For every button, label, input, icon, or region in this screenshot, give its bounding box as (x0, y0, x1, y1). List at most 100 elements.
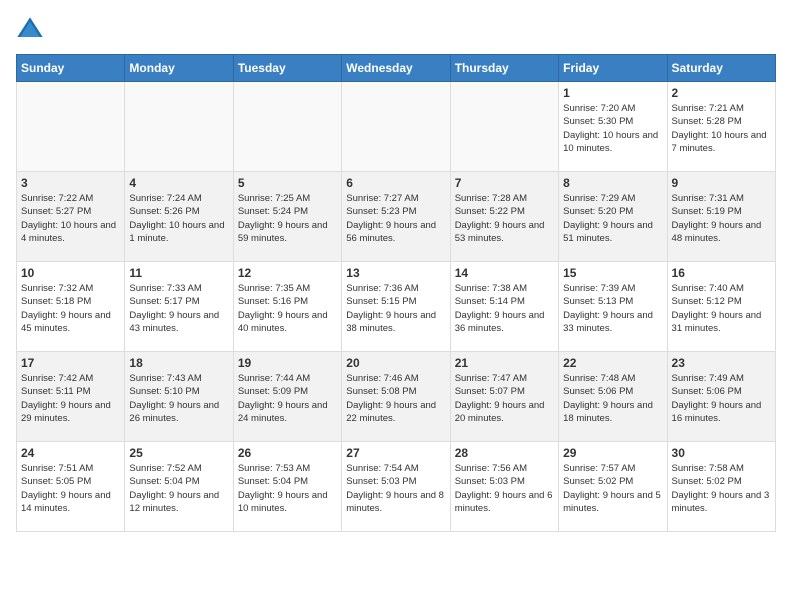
day-info: Sunrise: 7:28 AM Sunset: 5:22 PM Dayligh… (455, 192, 554, 245)
calendar-cell: 21Sunrise: 7:47 AM Sunset: 5:07 PM Dayli… (450, 352, 558, 442)
calendar-cell: 9 Sunrise: 7:31 AM Sunset: 5:19 PM Daylig… (667, 172, 775, 262)
calendar-week-row: 17 Sunrise: 7:42 AM Sunset: 5:11 PM Dayli… (17, 352, 776, 442)
day-info: Sunrise: 7:44 AM Sunset: 5:09 PM Dayligh… (238, 372, 337, 425)
calendar-cell: 20 Sunrise: 7:46 AM Sunset: 5:08 PM Dayli… (342, 352, 450, 442)
weekday-header-row: SundayMondayTuesdayWednesdayThursdayFrid… (17, 55, 776, 82)
day-info: Sunrise: 7:51 AM Sunset: 5:05 PM Dayligh… (21, 462, 120, 515)
calendar-week-row: 1 Sunrise: 7:20 AM Sunset: 5:30 PM Daylig… (17, 82, 776, 172)
calendar-cell: 19 Sunrise: 7:44 AM Sunset: 5:09 PM Dayli… (233, 352, 341, 442)
calendar-cell: 23 Sunrise: 7:49 AM Sunset: 5:06 PM Dayli… (667, 352, 775, 442)
weekday-header-saturday: Saturday (667, 55, 775, 82)
day-info: Sunrise: 7:22 AM Sunset: 5:27 PM Dayligh… (21, 192, 120, 245)
day-info: Sunrise: 7:20 AM Sunset: 5:30 PM Dayligh… (563, 102, 662, 155)
day-number: 12 (238, 266, 337, 280)
calendar-week-row: 3 Sunrise: 7:22 AM Sunset: 5:27 PM Daylig… (17, 172, 776, 262)
day-info: Sunrise: 7:25 AM Sunset: 5:24 PM Dayligh… (238, 192, 337, 245)
calendar-cell: 3 Sunrise: 7:22 AM Sunset: 5:27 PM Daylig… (17, 172, 125, 262)
day-info: Sunrise: 7:27 AM Sunset: 5:23 PM Dayligh… (346, 192, 445, 245)
day-number: 18 (129, 356, 228, 370)
day-info: Sunrise: 7:38 AM Sunset: 5:14 PM Dayligh… (455, 282, 554, 335)
day-number: 16 (672, 266, 771, 280)
day-info: Sunrise: 7:29 AM Sunset: 5:20 PM Dayligh… (563, 192, 662, 245)
calendar-body: 1 Sunrise: 7:20 AM Sunset: 5:30 PM Daylig… (17, 82, 776, 532)
calendar-cell: 10 Sunrise: 7:32 AM Sunset: 5:18 PM Dayli… (17, 262, 125, 352)
calendar-cell (17, 82, 125, 172)
day-number: 25 (129, 446, 228, 460)
calendar-header: SundayMondayTuesdayWednesdayThursdayFrid… (17, 55, 776, 82)
day-info: Sunrise: 7:36 AM Sunset: 5:15 PM Dayligh… (346, 282, 445, 335)
day-number: 11 (129, 266, 228, 280)
day-info: Sunrise: 7:48 AM Sunset: 5:06 PM Dayligh… (563, 372, 662, 425)
day-number: 17 (21, 356, 120, 370)
calendar-cell: 15 Sunrise: 7:39 AM Sunset: 5:13 PM Dayli… (559, 262, 667, 352)
calendar-cell: 8 Sunrise: 7:29 AM Sunset: 5:20 PM Daylig… (559, 172, 667, 262)
day-number: 13 (346, 266, 445, 280)
day-info: Sunrise: 7:39 AM Sunset: 5:13 PM Dayligh… (563, 282, 662, 335)
day-number: 20 (346, 356, 445, 370)
day-number: 19 (238, 356, 337, 370)
day-number: 22 (563, 356, 662, 370)
day-number: 27 (346, 446, 445, 460)
calendar-cell: 24 Sunrise: 7:51 AM Sunset: 5:05 PM Dayli… (17, 442, 125, 532)
calendar-cell: 5Sunrise: 7:25 AM Sunset: 5:24 PM Daylig… (233, 172, 341, 262)
calendar-table: SundayMondayTuesdayWednesdayThursdayFrid… (16, 54, 776, 532)
calendar-cell: 1 Sunrise: 7:20 AM Sunset: 5:30 PM Daylig… (559, 82, 667, 172)
day-number: 4 (129, 176, 228, 190)
weekday-header-sunday: Sunday (17, 55, 125, 82)
day-number: 29 (563, 446, 662, 460)
calendar-cell (125, 82, 233, 172)
day-number: 9 (672, 176, 771, 190)
calendar-cell: 7 Sunrise: 7:28 AM Sunset: 5:22 PM Daylig… (450, 172, 558, 262)
day-info: Sunrise: 7:43 AM Sunset: 5:10 PM Dayligh… (129, 372, 228, 425)
day-number: 10 (21, 266, 120, 280)
day-number: 6 (346, 176, 445, 190)
day-info: Sunrise: 7:47 AM Sunset: 5:07 PM Dayligh… (455, 372, 554, 425)
day-info: Sunrise: 7:57 AM Sunset: 5:02 PM Dayligh… (563, 462, 662, 515)
day-number: 8 (563, 176, 662, 190)
day-info: Sunrise: 7:58 AM Sunset: 5:02 PM Dayligh… (672, 462, 771, 515)
weekday-header-monday: Monday (125, 55, 233, 82)
day-info: Sunrise: 7:53 AM Sunset: 5:04 PM Dayligh… (238, 462, 337, 515)
calendar-cell (233, 82, 341, 172)
day-number: 30 (672, 446, 771, 460)
calendar-cell: 2 Sunrise: 7:21 AM Sunset: 5:28 PM Daylig… (667, 82, 775, 172)
calendar-cell: 28Sunrise: 7:56 AM Sunset: 5:03 PM Dayli… (450, 442, 558, 532)
day-number: 7 (455, 176, 554, 190)
calendar-cell: 13 Sunrise: 7:36 AM Sunset: 5:15 PM Dayli… (342, 262, 450, 352)
calendar-cell: 25 Sunrise: 7:52 AM Sunset: 5:04 PM Dayli… (125, 442, 233, 532)
day-info: Sunrise: 7:46 AM Sunset: 5:08 PM Dayligh… (346, 372, 445, 425)
day-info: Sunrise: 7:31 AM Sunset: 5:19 PM Dayligh… (672, 192, 771, 245)
calendar-cell: 17 Sunrise: 7:42 AM Sunset: 5:11 PM Dayli… (17, 352, 125, 442)
day-number: 23 (672, 356, 771, 370)
calendar-cell: 14 Sunrise: 7:38 AM Sunset: 5:14 PM Dayli… (450, 262, 558, 352)
day-number: 2 (672, 86, 771, 100)
calendar-cell: 29 Sunrise: 7:57 AM Sunset: 5:02 PM Dayli… (559, 442, 667, 532)
day-info: Sunrise: 7:24 AM Sunset: 5:26 PM Dayligh… (129, 192, 228, 245)
calendar-cell: 26Sunrise: 7:53 AM Sunset: 5:04 PM Dayli… (233, 442, 341, 532)
calendar-cell: 11Sunrise: 7:33 AM Sunset: 5:17 PM Dayli… (125, 262, 233, 352)
day-info: Sunrise: 7:40 AM Sunset: 5:12 PM Dayligh… (672, 282, 771, 335)
calendar-cell (450, 82, 558, 172)
calendar-week-row: 24 Sunrise: 7:51 AM Sunset: 5:05 PM Dayli… (17, 442, 776, 532)
day-number: 14 (455, 266, 554, 280)
day-number: 1 (563, 86, 662, 100)
day-info: Sunrise: 7:32 AM Sunset: 5:18 PM Dayligh… (21, 282, 120, 335)
day-number: 28 (455, 446, 554, 460)
calendar-cell: 6 Sunrise: 7:27 AM Sunset: 5:23 PM Daylig… (342, 172, 450, 262)
day-info: Sunrise: 7:42 AM Sunset: 5:11 PM Dayligh… (21, 372, 120, 425)
day-info: Sunrise: 7:52 AM Sunset: 5:04 PM Dayligh… (129, 462, 228, 515)
logo (16, 16, 48, 44)
day-number: 24 (21, 446, 120, 460)
weekday-header-tuesday: Tuesday (233, 55, 341, 82)
logo-icon (16, 16, 44, 44)
page-header (16, 16, 776, 44)
day-info: Sunrise: 7:54 AM Sunset: 5:03 PM Dayligh… (346, 462, 445, 515)
calendar-week-row: 10 Sunrise: 7:32 AM Sunset: 5:18 PM Dayli… (17, 262, 776, 352)
calendar-cell (342, 82, 450, 172)
day-info: Sunrise: 7:21 AM Sunset: 5:28 PM Dayligh… (672, 102, 771, 155)
day-number: 15 (563, 266, 662, 280)
day-number: 3 (21, 176, 120, 190)
day-info: Sunrise: 7:49 AM Sunset: 5:06 PM Dayligh… (672, 372, 771, 425)
day-info: Sunrise: 7:35 AM Sunset: 5:16 PM Dayligh… (238, 282, 337, 335)
calendar-cell: 30 Sunrise: 7:58 AM Sunset: 5:02 PM Dayli… (667, 442, 775, 532)
